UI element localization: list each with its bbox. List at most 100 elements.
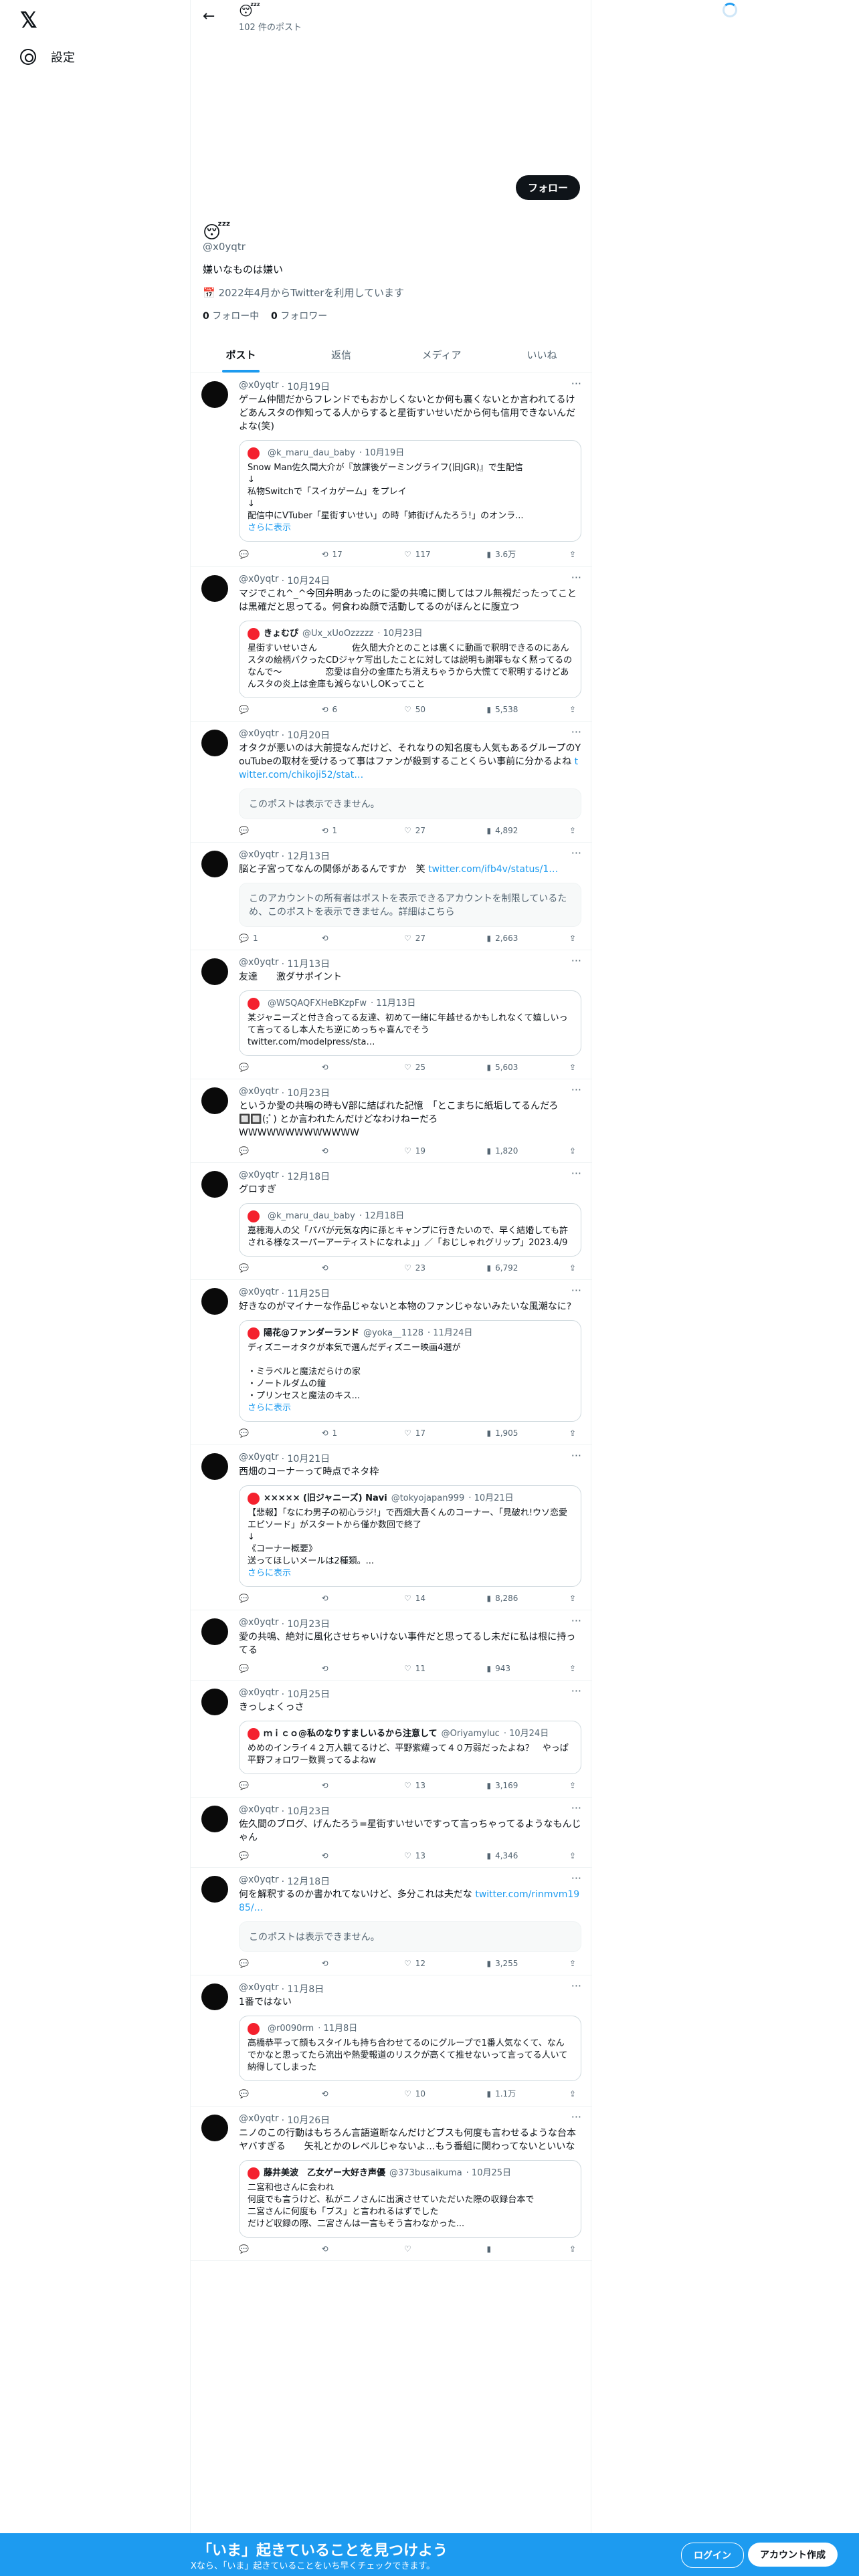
- share-button[interactable]: ⇪: [569, 548, 576, 560]
- tweet-handle[interactable]: @x0yqtr: [239, 957, 279, 970]
- more-icon[interactable]: ···: [571, 1284, 581, 1297]
- tweet-handle[interactable]: @x0yqtr: [239, 1170, 279, 1183]
- reply-button[interactable]: 💬: [239, 1063, 286, 1072]
- tab-replies[interactable]: 返信: [291, 338, 391, 372]
- tweet[interactable]: ··· @x0yqtr · 10月24日 マジでこれ^_^今回弁明あったのに愛の共鳴に…: [191, 567, 592, 722]
- share-button[interactable]: ⇪: [569, 705, 576, 714]
- retweet-button[interactable]: ⟲: [321, 1664, 368, 1673]
- views-button[interactable]: ▮ 1,820: [486, 1146, 533, 1156]
- x-logo-icon[interactable]: 𝕏: [20, 9, 37, 31]
- views-button[interactable]: ▮ 5,603: [486, 1063, 533, 1072]
- tweet-handle[interactable]: @x0yqtr: [239, 1287, 279, 1300]
- like-button[interactable]: ♡ 23: [404, 1263, 451, 1273]
- tweet-handle[interactable]: @x0yqtr: [239, 574, 279, 587]
- avatar[interactable]: [201, 1689, 228, 1715]
- more-icon[interactable]: ···: [571, 1802, 581, 1814]
- quoted-tweet[interactable]: @k_maru_dau_baby · 12月18日 嘉穂海人の父「パパが元気な内に孫…: [239, 1203, 581, 1257]
- login-button[interactable]: ログイン: [681, 2543, 744, 2568]
- more-icon[interactable]: ···: [571, 1685, 581, 1697]
- like-button[interactable]: ♡ 14: [404, 1594, 451, 1603]
- views-button[interactable]: ▮ 3,169: [486, 1781, 533, 1790]
- views-button[interactable]: ▮ 1.1万: [486, 2088, 533, 2099]
- views-button[interactable]: ▮ 4,346: [486, 1851, 533, 1860]
- reply-button[interactable]: 💬: [239, 1594, 286, 1603]
- views-button[interactable]: ▮ 4,892: [486, 826, 533, 835]
- tweet-date[interactable]: · 12月18日: [282, 1874, 330, 1888]
- like-button[interactable]: ♡ 12: [404, 1959, 451, 1968]
- reply-button[interactable]: 💬: [239, 1664, 286, 1673]
- retweet-button[interactable]: ⟲: [321, 2088, 368, 2099]
- tweet-handle[interactable]: @x0yqtr: [239, 1617, 279, 1630]
- tab-likes[interactable]: いいね: [492, 338, 592, 372]
- tweet-date[interactable]: · 10月24日: [282, 574, 330, 587]
- reply-button[interactable]: 💬: [239, 2088, 286, 2099]
- reply-button[interactable]: 💬: [239, 1959, 286, 1968]
- views-button[interactable]: ▮ 1,905: [486, 1428, 533, 1438]
- views-button[interactable]: ▮ 943: [486, 1664, 533, 1673]
- reply-button[interactable]: 💬: [239, 1851, 286, 1860]
- tweet-handle[interactable]: @x0yqtr: [239, 1874, 279, 1888]
- more-icon[interactable]: ···: [571, 1614, 581, 1627]
- share-button[interactable]: ⇪: [569, 1146, 576, 1156]
- tweet[interactable]: ··· @x0yqtr · 10月23日 というか愛の共鳴の時もV部に結ばれた記憶 「…: [191, 1079, 592, 1163]
- tweet-date[interactable]: · 12月18日: [282, 1170, 330, 1183]
- like-button[interactable]: ♡ 17: [404, 1428, 451, 1438]
- tweet-date[interactable]: · 10月23日: [282, 1804, 330, 1818]
- quoted-tweet[interactable]: きょむぴ @Ux_xUoOzzzzz · 10月23日 星街すいせいさん 佐久間大介と…: [239, 621, 581, 698]
- more-icon[interactable]: ···: [571, 2111, 581, 2123]
- reply-button[interactable]: 💬: [239, 1428, 286, 1438]
- retweet-button[interactable]: ⟲: [321, 1781, 368, 1790]
- more-icon[interactable]: ···: [571, 1083, 581, 1096]
- avatar[interactable]: [201, 1171, 228, 1198]
- like-button[interactable]: ♡ 50: [404, 705, 451, 714]
- like-button[interactable]: ♡ 25: [404, 1063, 451, 1072]
- like-button[interactable]: ♡ 117: [404, 548, 451, 560]
- share-button[interactable]: ⇪: [569, 1263, 576, 1273]
- avatar[interactable]: [201, 1288, 228, 1315]
- following-link[interactable]: 0 フォロー中: [203, 311, 259, 322]
- tweet-date[interactable]: · 10月20日: [282, 728, 330, 742]
- reply-button[interactable]: 💬: [239, 1263, 286, 1273]
- tweet-handle[interactable]: @x0yqtr: [239, 1687, 279, 1701]
- like-button[interactable]: ♡ 13: [404, 1851, 451, 1860]
- signup-button[interactable]: アカウント作成: [748, 2543, 838, 2567]
- quoted-tweet[interactable]: 藤井美波 乙女ゲー大好き声優 @373busaikuma · 10月25日 二宮和也さ…: [239, 2160, 581, 2238]
- reply-button[interactable]: 💬: [239, 1146, 286, 1156]
- like-button[interactable]: ♡ 19: [404, 1146, 451, 1156]
- views-button[interactable]: ▮ 5,538: [486, 705, 533, 714]
- tweet[interactable]: ··· @x0yqtr · 12月18日 グロすぎ @k_maru_dau_baby · …: [191, 1163, 592, 1280]
- tweet[interactable]: ··· @x0yqtr · 10月26日 ニノのこの行動はもちろん言語道断なんだけどブ…: [191, 2107, 592, 2261]
- retweet-button[interactable]: ⟲ 17: [321, 548, 368, 560]
- like-button[interactable]: ♡ 10: [404, 2088, 451, 2099]
- views-button[interactable]: ▮ 3,255: [486, 1959, 533, 1968]
- tweet-date[interactable]: · 11月13日: [282, 957, 330, 970]
- tweet[interactable]: ··· @x0yqtr · 10月25日 きっしょくっさ ｍｉｃｏ@私のなりすましいるか…: [191, 1681, 592, 1798]
- more-icon[interactable]: ···: [571, 1872, 581, 1885]
- tweet[interactable]: ··· @x0yqtr · 11月8日 1番ではない @r0090rm · 11月8日 高橋…: [191, 1975, 592, 2107]
- avatar[interactable]: [201, 1618, 228, 1645]
- tweet[interactable]: ··· @x0yqtr · 11月13日 友達 激ダサポイント @WSQAQFXHeBK…: [191, 950, 592, 1079]
- views-button[interactable]: ▮ 2,663: [486, 934, 533, 943]
- settings-link[interactable]: 設定: [20, 48, 75, 66]
- show-more-link[interactable]: さらに表示: [248, 1568, 573, 1580]
- more-icon[interactable]: ···: [571, 1979, 581, 1992]
- tweet[interactable]: ··· @x0yqtr · 10月20日 オタクが悪いのは大前提なんだけど、それなりの…: [191, 722, 592, 843]
- retweet-button[interactable]: ⟲: [321, 1263, 368, 1273]
- like-button[interactable]: ♡ 27: [404, 826, 451, 835]
- like-button[interactable]: ♡ 13: [404, 1781, 451, 1790]
- tweet-handle[interactable]: @x0yqtr: [239, 728, 279, 742]
- reply-button[interactable]: 💬: [239, 548, 286, 560]
- tweet[interactable]: ··· @x0yqtr · 10月19日 ゲーム仲間だからフレンドでもおかしくないとか…: [191, 373, 592, 567]
- share-button[interactable]: ⇪: [569, 934, 576, 943]
- quoted-tweet[interactable]: 陽花@ファンダーランド @yoka__1128 · 11月24日 ディズニーオタクが本…: [239, 1320, 581, 1422]
- back-arrow-icon[interactable]: ←: [203, 8, 215, 25]
- more-icon[interactable]: ···: [571, 377, 581, 390]
- avatar[interactable]: [201, 2115, 228, 2141]
- reply-button[interactable]: 💬: [239, 826, 286, 835]
- retweet-button[interactable]: ⟲: [321, 1594, 368, 1603]
- tweet-date[interactable]: · 11月8日: [282, 1982, 324, 1996]
- avatar[interactable]: [201, 1087, 228, 1114]
- more-icon[interactable]: ···: [571, 847, 581, 859]
- share-button[interactable]: ⇪: [569, 1063, 576, 1072]
- retweet-button[interactable]: ⟲: [321, 2244, 368, 2254]
